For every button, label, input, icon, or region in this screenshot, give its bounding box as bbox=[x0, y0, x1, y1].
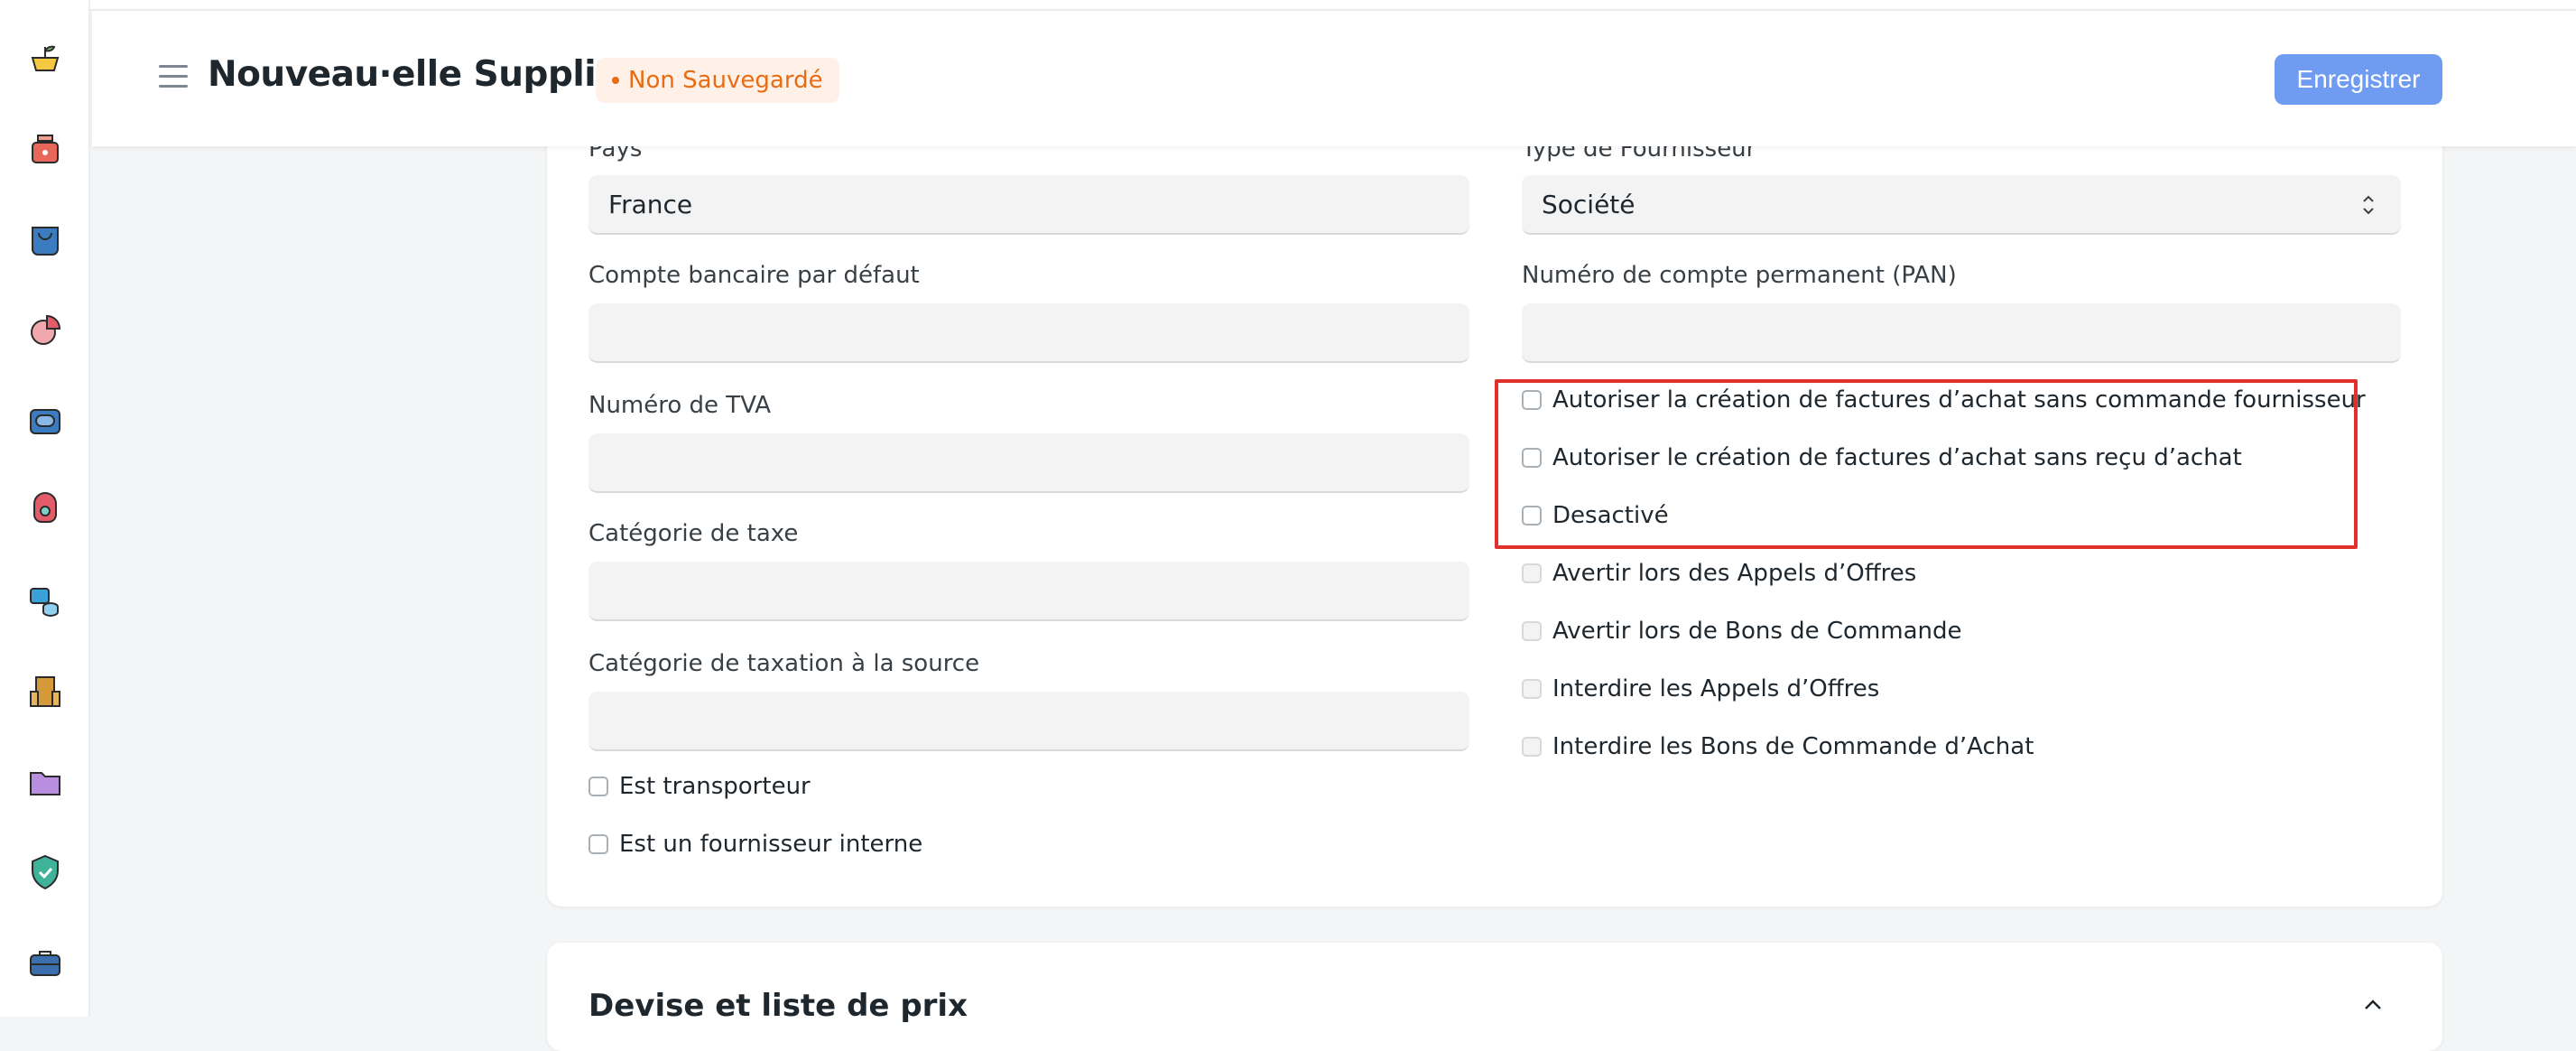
select-arrows-icon bbox=[2363, 195, 2374, 215]
currency-price-list-section[interactable]: Devise et liste de prix bbox=[547, 943, 2442, 1051]
folder-icon[interactable] bbox=[23, 760, 67, 804]
warn-rfqs-row: Avertir lors des Appels d’Offres bbox=[1522, 560, 1916, 587]
vat-number-field[interactable] bbox=[588, 433, 1469, 493]
warn-pos-row: Avertir lors de Bons de Commande bbox=[1522, 618, 1962, 645]
support-icon[interactable] bbox=[23, 489, 67, 533]
prevent-rfqs-label: Interdire les Appels d’Offres bbox=[1552, 675, 1880, 702]
default-bank-account-label: Compte bancaire par défaut bbox=[588, 262, 920, 289]
withholding-tax-category-field[interactable] bbox=[588, 692, 1469, 751]
allow-invoice-without-po-checkbox[interactable] bbox=[1522, 390, 1542, 410]
disabled-row[interactable]: Desactivé bbox=[1522, 502, 1669, 529]
briefcase-icon[interactable] bbox=[23, 941, 67, 984]
is-internal-supplier-checkbox[interactable] bbox=[588, 834, 608, 854]
buildings-icon[interactable] bbox=[23, 670, 67, 713]
prevent-rfqs-checkbox bbox=[1522, 679, 1542, 699]
warn-pos-label: Avertir lors de Bons de Commande bbox=[1552, 618, 1962, 645]
warn-rfqs-checkbox bbox=[1522, 563, 1542, 583]
pos-icon[interactable] bbox=[23, 128, 67, 172]
disabled-checkbox[interactable] bbox=[1522, 506, 1542, 526]
stock-icon[interactable] bbox=[23, 399, 67, 442]
allow-invoice-without-receipt-checkbox[interactable] bbox=[1522, 448, 1542, 468]
pan-label: Numéro de compte permanent (PAN) bbox=[1522, 262, 1957, 289]
status-dot-icon bbox=[612, 77, 619, 84]
warn-pos-checkbox bbox=[1522, 621, 1542, 641]
tax-category-field[interactable] bbox=[588, 562, 1469, 621]
is-transporter-label: Est transporteur bbox=[619, 773, 811, 800]
status-badge-label: Non Sauvegardé bbox=[628, 67, 823, 94]
status-badge: Non Sauvegardé bbox=[596, 58, 839, 103]
allow-invoice-without-receipt-row[interactable]: Autoriser le création de factures d’acha… bbox=[1522, 444, 2242, 471]
supplier-details-card: Pays France Compte bancaire par défaut N… bbox=[547, 135, 2442, 907]
allow-invoice-without-po-label: Autoriser la création de factures d’acha… bbox=[1552, 386, 2366, 414]
tax-category-label: Catégorie de taxe bbox=[588, 520, 799, 547]
is-internal-supplier-label: Est un fournisseur interne bbox=[619, 831, 923, 858]
prevent-pos-checkbox bbox=[1522, 737, 1542, 757]
hamburger-menu-icon[interactable] bbox=[159, 65, 188, 88]
country-field[interactable]: France bbox=[588, 175, 1469, 235]
section-title: Devise et liste de prix bbox=[588, 988, 968, 1024]
assets-icon[interactable] bbox=[23, 580, 67, 623]
is-internal-supplier-checkbox-row[interactable]: Est un fournisseur interne bbox=[588, 831, 922, 858]
chevron-up-icon[interactable] bbox=[2363, 995, 2383, 1015]
supplier-type-select[interactable]: Société bbox=[1522, 175, 2401, 235]
withholding-tax-category-label: Catégorie de taxation à la source bbox=[588, 650, 980, 677]
vat-number-label: Numéro de TVA bbox=[588, 392, 772, 419]
prevent-pos-label: Interdire les Bons de Commande d’Achat bbox=[1552, 733, 2034, 760]
disabled-label: Desactivé bbox=[1552, 502, 1669, 529]
allow-invoice-without-receipt-label: Autoriser le création de factures d’acha… bbox=[1552, 444, 2242, 471]
warn-rfqs-label: Avertir lors des Appels d’Offres bbox=[1552, 560, 1917, 587]
page-title: Nouveau·elle Supplier bbox=[208, 54, 636, 95]
sidebar bbox=[0, 0, 90, 1017]
pan-field[interactable] bbox=[1522, 303, 2401, 363]
pie-chart-icon[interactable] bbox=[23, 309, 67, 352]
save-button[interactable]: Enregistrer bbox=[2275, 54, 2442, 105]
prevent-rfqs-row: Interdire les Appels d’Offres bbox=[1522, 675, 1879, 702]
prevent-pos-row: Interdire les Bons de Commande d’Achat bbox=[1522, 733, 2034, 760]
supplier-type-value: Société bbox=[1542, 189, 1635, 219]
is-transporter-checkbox-row[interactable]: Est transporteur bbox=[588, 773, 811, 800]
top-border bbox=[90, 0, 2576, 11]
shield-check-icon[interactable] bbox=[23, 851, 67, 894]
allow-invoice-without-po-row[interactable]: Autoriser la création de factures d’acha… bbox=[1522, 386, 2366, 414]
default-bank-account-field[interactable] bbox=[588, 303, 1469, 363]
is-transporter-checkbox[interactable] bbox=[588, 777, 608, 796]
shopping-bag-icon[interactable] bbox=[23, 219, 67, 262]
cart-icon[interactable] bbox=[23, 38, 67, 81]
